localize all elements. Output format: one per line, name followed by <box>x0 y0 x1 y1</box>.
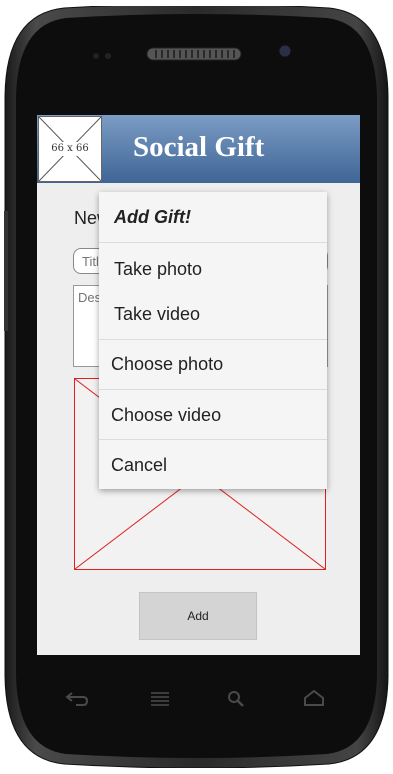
app-logo-placeholder: 66 x 66 <box>38 116 102 182</box>
menu-item-take-video[interactable]: Take video <box>99 289 327 339</box>
menu-title: Add Gift! <box>114 207 191 227</box>
logo-size-label: 66 x 66 <box>39 142 101 156</box>
back-icon[interactable] <box>64 690 90 708</box>
menu-item-take-photo[interactable]: Take photo <box>99 243 327 289</box>
add-button[interactable]: Add <box>139 592 257 640</box>
menu-item-label: Choose video <box>111 405 222 425</box>
front-camera <box>278 44 292 58</box>
app-header: 66 x 66 Social Gift <box>37 115 360 183</box>
home-icon[interactable] <box>302 688 326 708</box>
screen: 66 x 66 Social Gift New Add Add Gift! Ta… <box>37 115 360 655</box>
menu-item-label: Choose photo <box>111 354 224 374</box>
menu-icon[interactable] <box>149 690 171 708</box>
menu-item-label: Take photo <box>114 259 203 279</box>
app-title: Social Gift <box>133 131 265 163</box>
menu-item-choose-video[interactable]: Choose video <box>99 390 327 439</box>
menu-item-cancel[interactable]: Cancel <box>99 440 327 489</box>
menu-item-label: Cancel <box>111 455 168 475</box>
menu-item-choose-photo[interactable]: Choose photo <box>99 340 327 389</box>
menu-item-label: Take video <box>114 304 201 324</box>
add-gift-menu: Add Gift! Take photo Take video Choose p… <box>99 192 327 489</box>
search-icon[interactable] <box>226 689 246 709</box>
